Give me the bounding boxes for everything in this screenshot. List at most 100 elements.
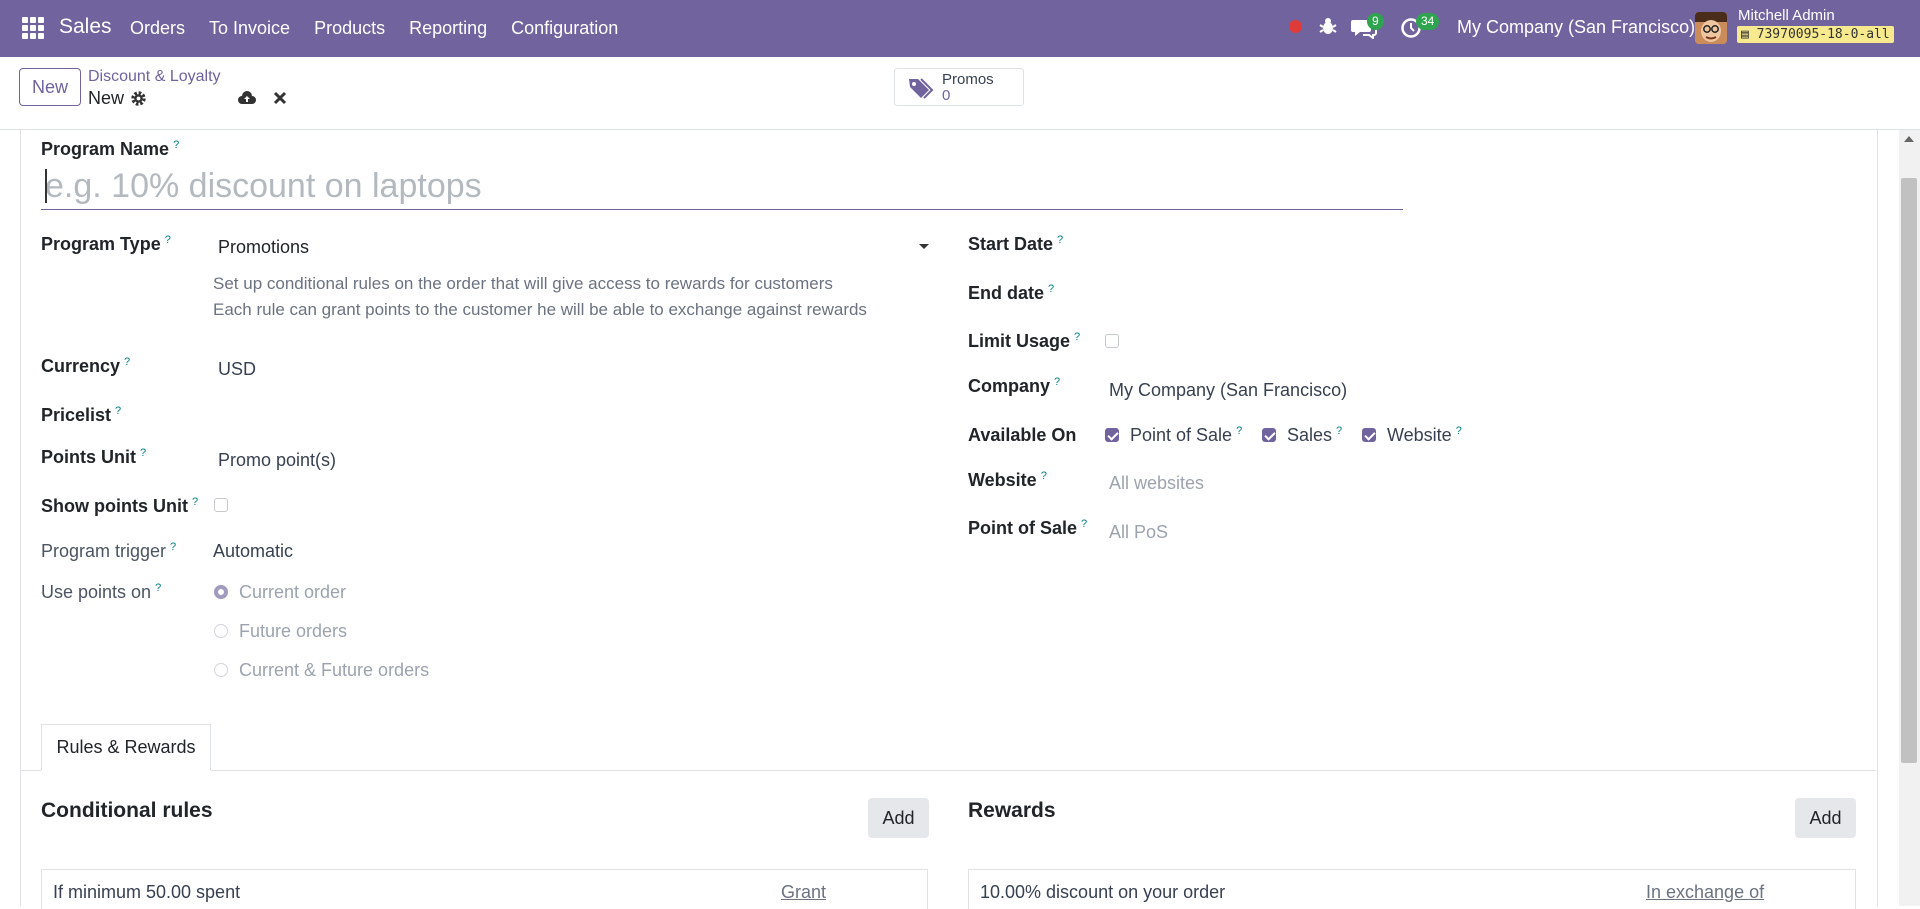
menu-item-products[interactable]: Products	[314, 18, 385, 39]
help-tooltip-icon[interactable]: ?	[1054, 376, 1060, 388]
menu-item-to-invoice[interactable]: To Invoice	[209, 18, 290, 39]
user-name[interactable]: Mitchell Admin	[1738, 7, 1835, 24]
app-name[interactable]: Sales	[59, 15, 112, 39]
program-type-label: Program Type?	[41, 234, 171, 254]
add-rule-button[interactable]: Add	[868, 798, 929, 838]
start-date-label: Start Date?	[968, 234, 1064, 254]
tab-rules-rewards[interactable]: Rules & Rewards	[41, 724, 211, 771]
help-tooltip-icon[interactable]: ?	[1041, 470, 1047, 482]
available-on-sales-label[interactable]: Sales?	[1287, 425, 1342, 446]
start-date-input[interactable]	[1108, 234, 1408, 256]
add-reward-button[interactable]: Add	[1795, 798, 1856, 838]
help-tooltip-icon[interactable]: ?	[1236, 425, 1242, 437]
tab-bar-divider	[20, 770, 1876, 771]
dropdown-arrow-icon[interactable]	[919, 244, 929, 249]
help-tooltip-icon[interactable]: ?	[1081, 518, 1087, 530]
breadcrumb-discount-loyalty[interactable]: Discount & Loyalty	[88, 68, 221, 86]
rule-card[interactable]: If minimum 50.00 spent Grant	[41, 869, 928, 909]
website-label: Website?	[968, 470, 1047, 490]
help-tooltip-icon[interactable]: ?	[173, 139, 179, 151]
user-avatar[interactable]	[1695, 12, 1727, 44]
reward-card[interactable]: 10.00% discount on your order In exchang…	[968, 869, 1856, 909]
show-points-unit-label: Show points Unit?	[41, 496, 199, 516]
close-icon[interactable]	[273, 91, 287, 105]
conditional-rules-title: Conditional rules	[41, 799, 213, 822]
new-button[interactable]: New	[19, 68, 81, 106]
menu-item-reporting[interactable]: Reporting	[409, 18, 487, 39]
end-date-label: End date?	[968, 283, 1055, 303]
help-tooltip-icon[interactable]: ?	[170, 541, 176, 553]
top-navbar: Sales Orders To Invoice Products Reporti…	[0, 0, 1920, 57]
rewards-title: Rewards	[968, 799, 1056, 822]
program-trigger-label: Program trigger?	[41, 541, 177, 561]
point-of-sale-label: Point of Sale?	[968, 518, 1088, 538]
help-tooltip-icon[interactable]: ?	[1336, 425, 1342, 437]
program-type-description-2: Each rule can grant points to the custom…	[213, 300, 867, 319]
website-field[interactable]: All websites	[1109, 473, 1204, 494]
help-tooltip-icon[interactable]: ?	[115, 405, 121, 417]
main-menu: Orders To Invoice Products Reporting Con…	[130, 18, 642, 39]
use-points-option-label[interactable]: Current order	[239, 582, 346, 603]
record-name: New	[88, 88, 125, 108]
help-tooltip-icon[interactable]: ?	[1074, 331, 1080, 343]
recording-indicator-icon[interactable]	[1289, 20, 1302, 33]
menu-item-orders[interactable]: Orders	[130, 18, 185, 39]
points-unit-field[interactable]: Promo point(s)	[218, 450, 336, 471]
help-tooltip-icon[interactable]: ?	[140, 447, 146, 459]
help-tooltip-icon[interactable]: ?	[124, 356, 130, 368]
reward-exchange-link[interactable]: In exchange of	[1646, 882, 1764, 903]
limit-usage-label: Limit Usage?	[968, 331, 1081, 351]
app-grid-icon[interactable]	[22, 17, 44, 39]
help-tooltip-icon[interactable]: ?	[1057, 234, 1063, 246]
help-tooltip-icon[interactable]: ?	[165, 234, 171, 246]
tags-icon	[909, 78, 934, 99]
available-on-label: Available On	[968, 425, 1077, 445]
database-name: ▤ 73970095-18-0-all	[1737, 26, 1894, 43]
available-on-pos-checkbox[interactable]	[1105, 428, 1119, 442]
help-tooltip-icon[interactable]: ?	[192, 496, 198, 508]
program-name-input[interactable]	[41, 163, 1403, 210]
text-cursor	[45, 169, 47, 203]
available-on-website-label[interactable]: Website?	[1387, 425, 1462, 446]
pricelist-field[interactable]	[218, 405, 918, 427]
use-points-future-orders-radio[interactable]	[214, 624, 228, 638]
menu-item-configuration[interactable]: Configuration	[511, 18, 618, 39]
program-trigger-value: Automatic	[213, 541, 294, 561]
available-on-sales-checkbox[interactable]	[1262, 428, 1276, 442]
scrollbar-thumb[interactable]	[1901, 178, 1917, 763]
help-tooltip-icon[interactable]: ?	[1048, 283, 1054, 295]
program-name-label: Program Name?	[41, 139, 180, 159]
use-points-on-label: Use points on?	[41, 582, 162, 602]
reward-description: 10.00% discount on your order	[980, 882, 1226, 902]
promos-label: Promos	[942, 71, 994, 88]
use-points-option-label[interactable]: Future orders	[239, 621, 347, 642]
program-type-description-1: Set up conditional rules on the order th…	[213, 274, 833, 293]
promos-count: 0	[942, 87, 951, 104]
company-field[interactable]: My Company (San Francisco)	[1109, 380, 1347, 401]
company-switcher[interactable]: My Company (San Francisco)	[1457, 17, 1695, 38]
end-date-input[interactable]	[1108, 283, 1408, 305]
point-of-sale-field[interactable]: All PoS	[1109, 522, 1168, 543]
rule-grant-link[interactable]: Grant	[781, 882, 826, 903]
database-icon: ▤	[1741, 27, 1749, 42]
promos-smart-button[interactable]: Promos 0	[894, 68, 1024, 106]
gear-icon[interactable]	[130, 90, 147, 107]
limit-usage-checkbox[interactable]	[1105, 334, 1119, 348]
available-on-pos-label[interactable]: Point of Sale?	[1130, 425, 1242, 446]
cloud-upload-icon[interactable]	[237, 90, 257, 106]
points-unit-label: Points Unit?	[41, 447, 147, 467]
scroll-up-arrow-icon[interactable]	[1904, 136, 1914, 142]
help-tooltip-icon[interactable]: ?	[1456, 425, 1462, 437]
rule-description: If minimum 50.00 spent	[53, 882, 241, 902]
activities-badge: 34	[1416, 13, 1440, 30]
help-tooltip-icon[interactable]: ?	[155, 582, 161, 594]
bug-icon[interactable]	[1317, 15, 1339, 37]
program-type-select[interactable]: Promotions	[218, 237, 309, 258]
currency-field[interactable]: USD	[218, 359, 256, 380]
use-points-current-order-radio[interactable]	[214, 585, 228, 599]
available-on-website-checkbox[interactable]	[1362, 428, 1376, 442]
use-points-option-label[interactable]: Current & Future orders	[239, 660, 429, 681]
company-label: Company?	[968, 376, 1061, 396]
use-points-current-future-radio[interactable]	[214, 663, 228, 677]
show-points-unit-checkbox[interactable]	[214, 498, 228, 512]
